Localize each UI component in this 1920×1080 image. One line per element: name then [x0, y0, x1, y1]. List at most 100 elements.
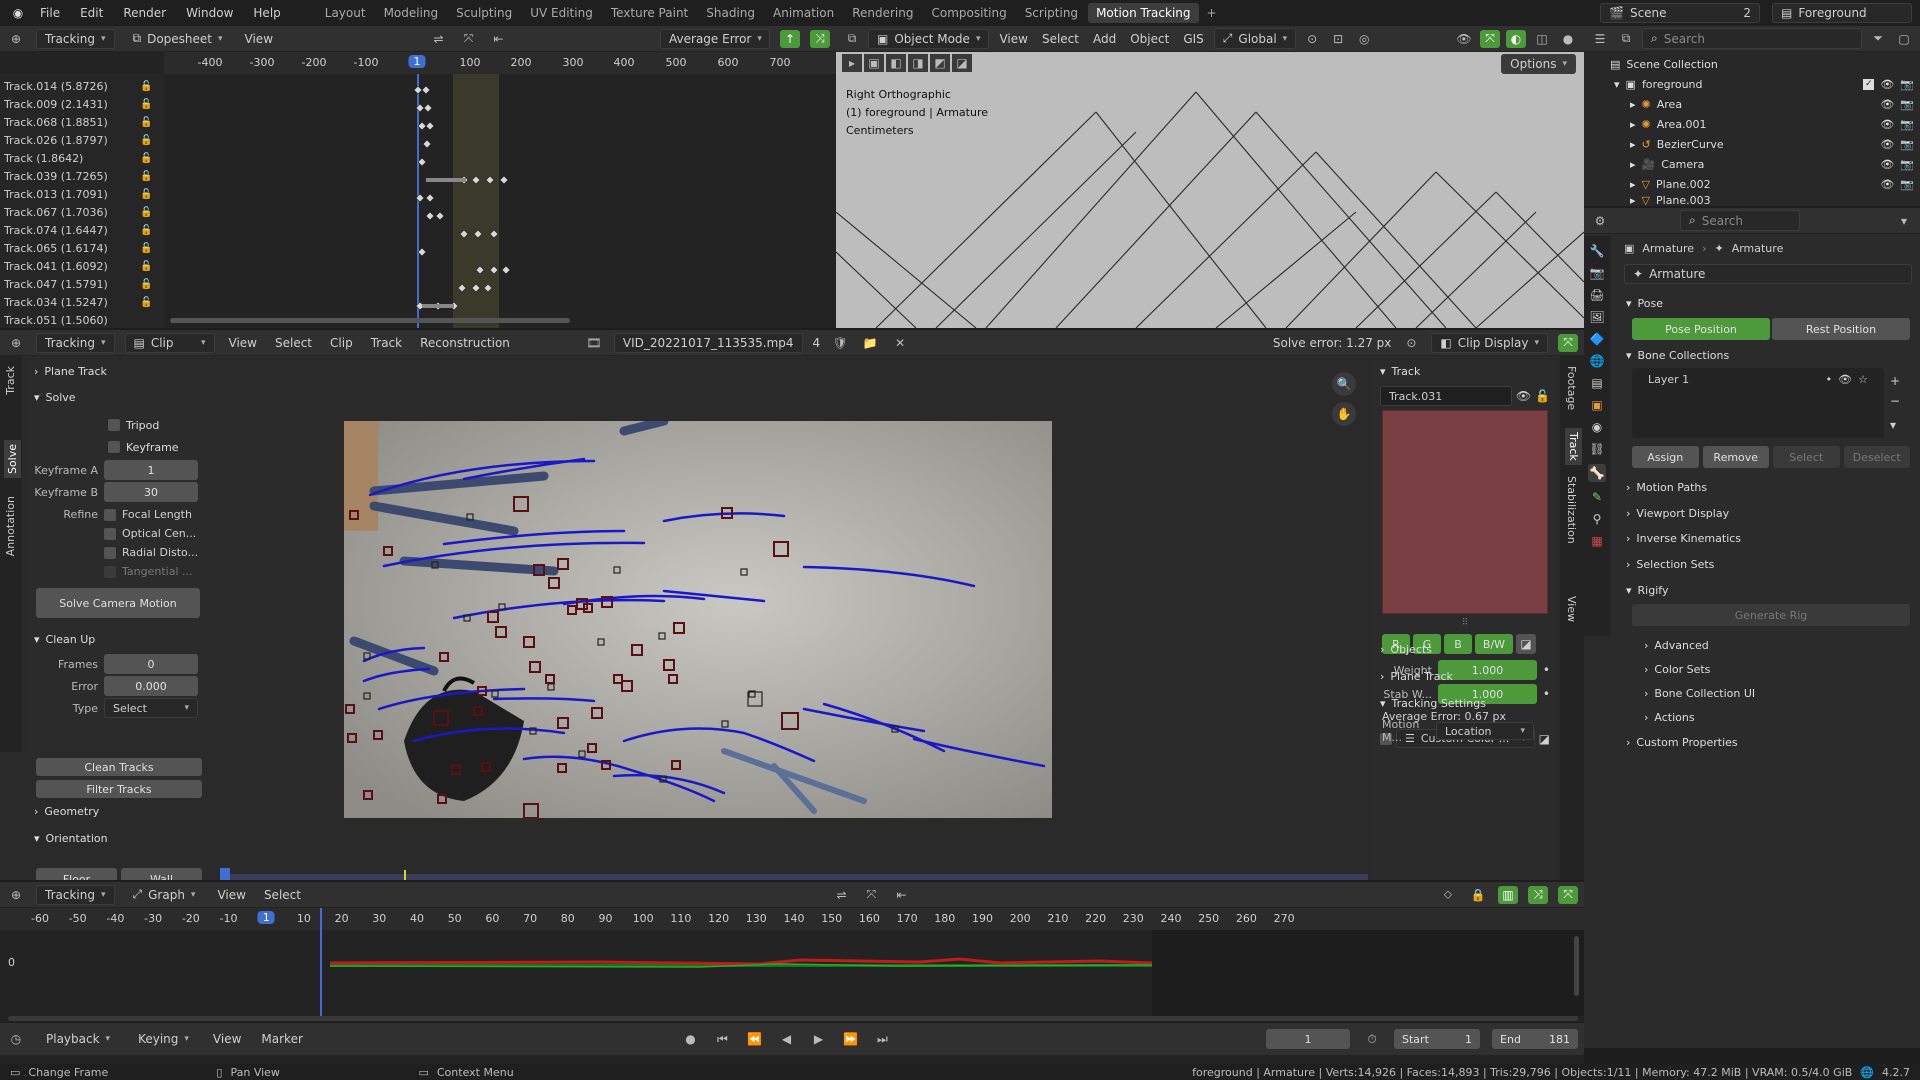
tab-layout[interactable]: Layout: [317, 3, 374, 23]
remove-collection-icon[interactable]: −: [1890, 394, 1900, 408]
lock-icon[interactable]: 🔓: [140, 99, 152, 110]
proportional-edit-icon[interactable]: ◎: [1354, 30, 1374, 48]
bone-tab-icon[interactable]: ✎: [1592, 490, 1602, 504]
selected-only-icon[interactable]: ⬦: [1438, 886, 1458, 904]
rigify-advanced[interactable]: › Advanced: [1644, 634, 1709, 656]
shading-solid-icon[interactable]: ●: [1558, 30, 1578, 48]
constraints-tab-icon[interactable]: ⛓: [1589, 442, 1604, 456]
graph-menu-view[interactable]: View: [213, 886, 249, 904]
close-icon[interactable]: ✕: [890, 334, 910, 352]
chevron-down-icon[interactable]: ▾: [1894, 212, 1914, 230]
objects-section[interactable]: › Objects: [1380, 638, 1432, 660]
jump-end-icon[interactable]: ⏭: [872, 1030, 892, 1048]
lock-icon[interactable]: 🔓: [140, 297, 152, 308]
armature-data-tab-icon[interactable]: 🦴: [1587, 464, 1607, 482]
lock-icon[interactable]: 🔓: [140, 81, 152, 92]
clip-footage[interactable]: [344, 421, 1052, 818]
menu-help[interactable]: Help: [245, 6, 288, 20]
rigify-section[interactable]: ▾ Rigify: [1626, 579, 1668, 601]
clip-menu-view[interactable]: View: [225, 334, 261, 352]
timeline-editor-icon[interactable]: ◷: [6, 1030, 26, 1048]
collection-menu-icon[interactable]: ▾: [1890, 418, 1896, 432]
show-error-icon[interactable]: ⤨: [1528, 885, 1548, 904]
view-layer-selector[interactable]: ▤ Foreground: [1772, 3, 1912, 23]
graph-vertical-scrollbar[interactable]: [1574, 936, 1579, 996]
tab-texture-paint[interactable]: Texture Paint: [603, 3, 696, 23]
clip-menu-select[interactable]: Select: [271, 334, 316, 352]
lock-icon[interactable]: 🔓: [140, 135, 152, 146]
track-channel[interactable]: Track.009 (2.1431): [4, 98, 108, 111]
tracking-settings-section[interactable]: ▾ Tracking Settings: [1380, 692, 1486, 714]
tab-motion-tracking[interactable]: Motion Tracking: [1088, 3, 1199, 23]
tab-compositing[interactable]: Compositing: [923, 3, 1014, 23]
plane-track-section[interactable]: › Plane Track: [28, 360, 208, 382]
graph-scrollbar[interactable]: [8, 1016, 1578, 1021]
focal-length-checkbox[interactable]: [104, 508, 116, 521]
camera-icon[interactable]: 📷: [1900, 78, 1914, 91]
track-channel[interactable]: Track.047 (1.5791): [4, 278, 108, 291]
show-motion-icon[interactable]: ▥: [1498, 885, 1518, 904]
pose-section-header[interactable]: ▾ Pose: [1626, 292, 1663, 314]
collection-row-foreground[interactable]: ▾ ▣ foreground ✓ 👁 📷: [1614, 74, 1914, 94]
sort-method-select[interactable]: Average Error ▾: [660, 28, 771, 49]
bone-collection-list[interactable]: Layer 1 • 👁 ☆: [1632, 368, 1884, 438]
tab-shading[interactable]: Shading: [698, 3, 763, 23]
keyframe-b-field[interactable]: 30: [104, 482, 198, 502]
type-select[interactable]: Select ▾: [104, 698, 198, 718]
sort-ascending-icon[interactable]: ↑: [780, 29, 801, 48]
fake-user-icon[interactable]: 🛡: [830, 334, 850, 352]
tool-tab-icon[interactable]: 🔧: [1590, 244, 1605, 258]
tab-stabilization[interactable]: Stabilization: [1565, 476, 1578, 544]
graph-area[interactable]: 0: [0, 908, 1584, 1024]
solve-camera-motion-button[interactable]: Solve Camera Motion: [36, 588, 200, 618]
lock-icon[interactable]: 🔓: [140, 261, 152, 272]
selection-sets-section[interactable]: › Selection Sets: [1626, 553, 1714, 575]
tab-sculpting[interactable]: Sculpting: [448, 3, 520, 23]
snap-icon[interactable]: ⊡: [1328, 30, 1348, 48]
eye-icon[interactable]: 👁: [1516, 389, 1531, 403]
track-channel[interactable]: Track.065 (1.6174): [4, 242, 108, 255]
star-icon[interactable]: ☆: [1858, 373, 1868, 386]
track-channel[interactable]: Track.026 (1.8797): [4, 134, 108, 147]
jump-icon[interactable]: ⇤: [489, 30, 509, 48]
channel-bw-button[interactable]: B/W: [1475, 634, 1513, 654]
graph-view-select[interactable]: ⤢ Graph ▾: [125, 885, 204, 904]
object-mode-select[interactable]: ▣ Object Mode ▾: [868, 28, 990, 49]
add-workspace-icon[interactable]: +: [1201, 3, 1223, 23]
orientation-section[interactable]: ▾ Orientation: [34, 827, 108, 849]
play-reverse-icon[interactable]: ◀: [776, 1030, 796, 1048]
tab-footage[interactable]: Footage: [1565, 366, 1578, 410]
motion-model-select[interactable]: Location ▾: [1436, 722, 1534, 740]
end-frame-field[interactable]: End 181: [1492, 1029, 1579, 1049]
current-frame-indicator[interactable]: 1: [408, 55, 426, 68]
pan-hand-icon[interactable]: ✋: [1332, 402, 1356, 426]
assign-button[interactable]: Assign: [1632, 446, 1699, 468]
filter-icon[interactable]: ⏷: [1868, 30, 1888, 48]
expand-icon[interactable]: ▸: [1630, 158, 1636, 171]
eye-icon[interactable]: 👁: [1880, 158, 1894, 171]
graph-ruler[interactable]: -60 -50 -40 -30 -20 -10 1 10 20 30 40 50 60 70 80 90 100…: [0, 908, 1584, 930]
new-collection-icon[interactable]: ▢: [1894, 30, 1914, 48]
graph-mode-select[interactable]: Tracking ▾: [36, 884, 115, 905]
tab-view[interactable]: View: [1565, 596, 1578, 622]
tab-scripting[interactable]: Scripting: [1017, 3, 1086, 23]
auto-keying-icon[interactable]: ●: [680, 1030, 700, 1048]
inverse-kinematics-section[interactable]: › Inverse Kinematics: [1626, 527, 1741, 549]
track-channel[interactable]: Track.067 (1.7036): [4, 206, 108, 219]
filter-icon[interactable]: ⇌: [429, 30, 449, 48]
menu-window[interactable]: Window: [178, 6, 241, 20]
camera-icon[interactable]: 📷: [1900, 98, 1914, 111]
select-button[interactable]: Select: [1773, 446, 1840, 468]
zoom-icon[interactable]: 🔍: [1332, 372, 1356, 396]
lock-icon[interactable]: 🔓: [140, 225, 152, 236]
expand-icon[interactable]: ▸: [1630, 178, 1636, 191]
tab-modeling[interactable]: Modeling: [376, 3, 447, 23]
bone-collection-item[interactable]: Layer 1 • 👁 ☆: [1632, 368, 1884, 391]
lock-icon[interactable]: 🔓: [140, 207, 152, 218]
editor-type-icon[interactable]: ⊕: [6, 30, 26, 48]
keyframe-checkbox[interactable]: [108, 441, 120, 453]
editor-type-icon[interactable]: ⧉: [842, 30, 862, 48]
expand-icon[interactable]: ▸: [1630, 118, 1636, 131]
floor-button[interactable]: Floor: [36, 868, 117, 880]
outliner-item-plane-002[interactable]: ▸ ▽ Plane.002 👁 📷: [1630, 174, 1914, 194]
